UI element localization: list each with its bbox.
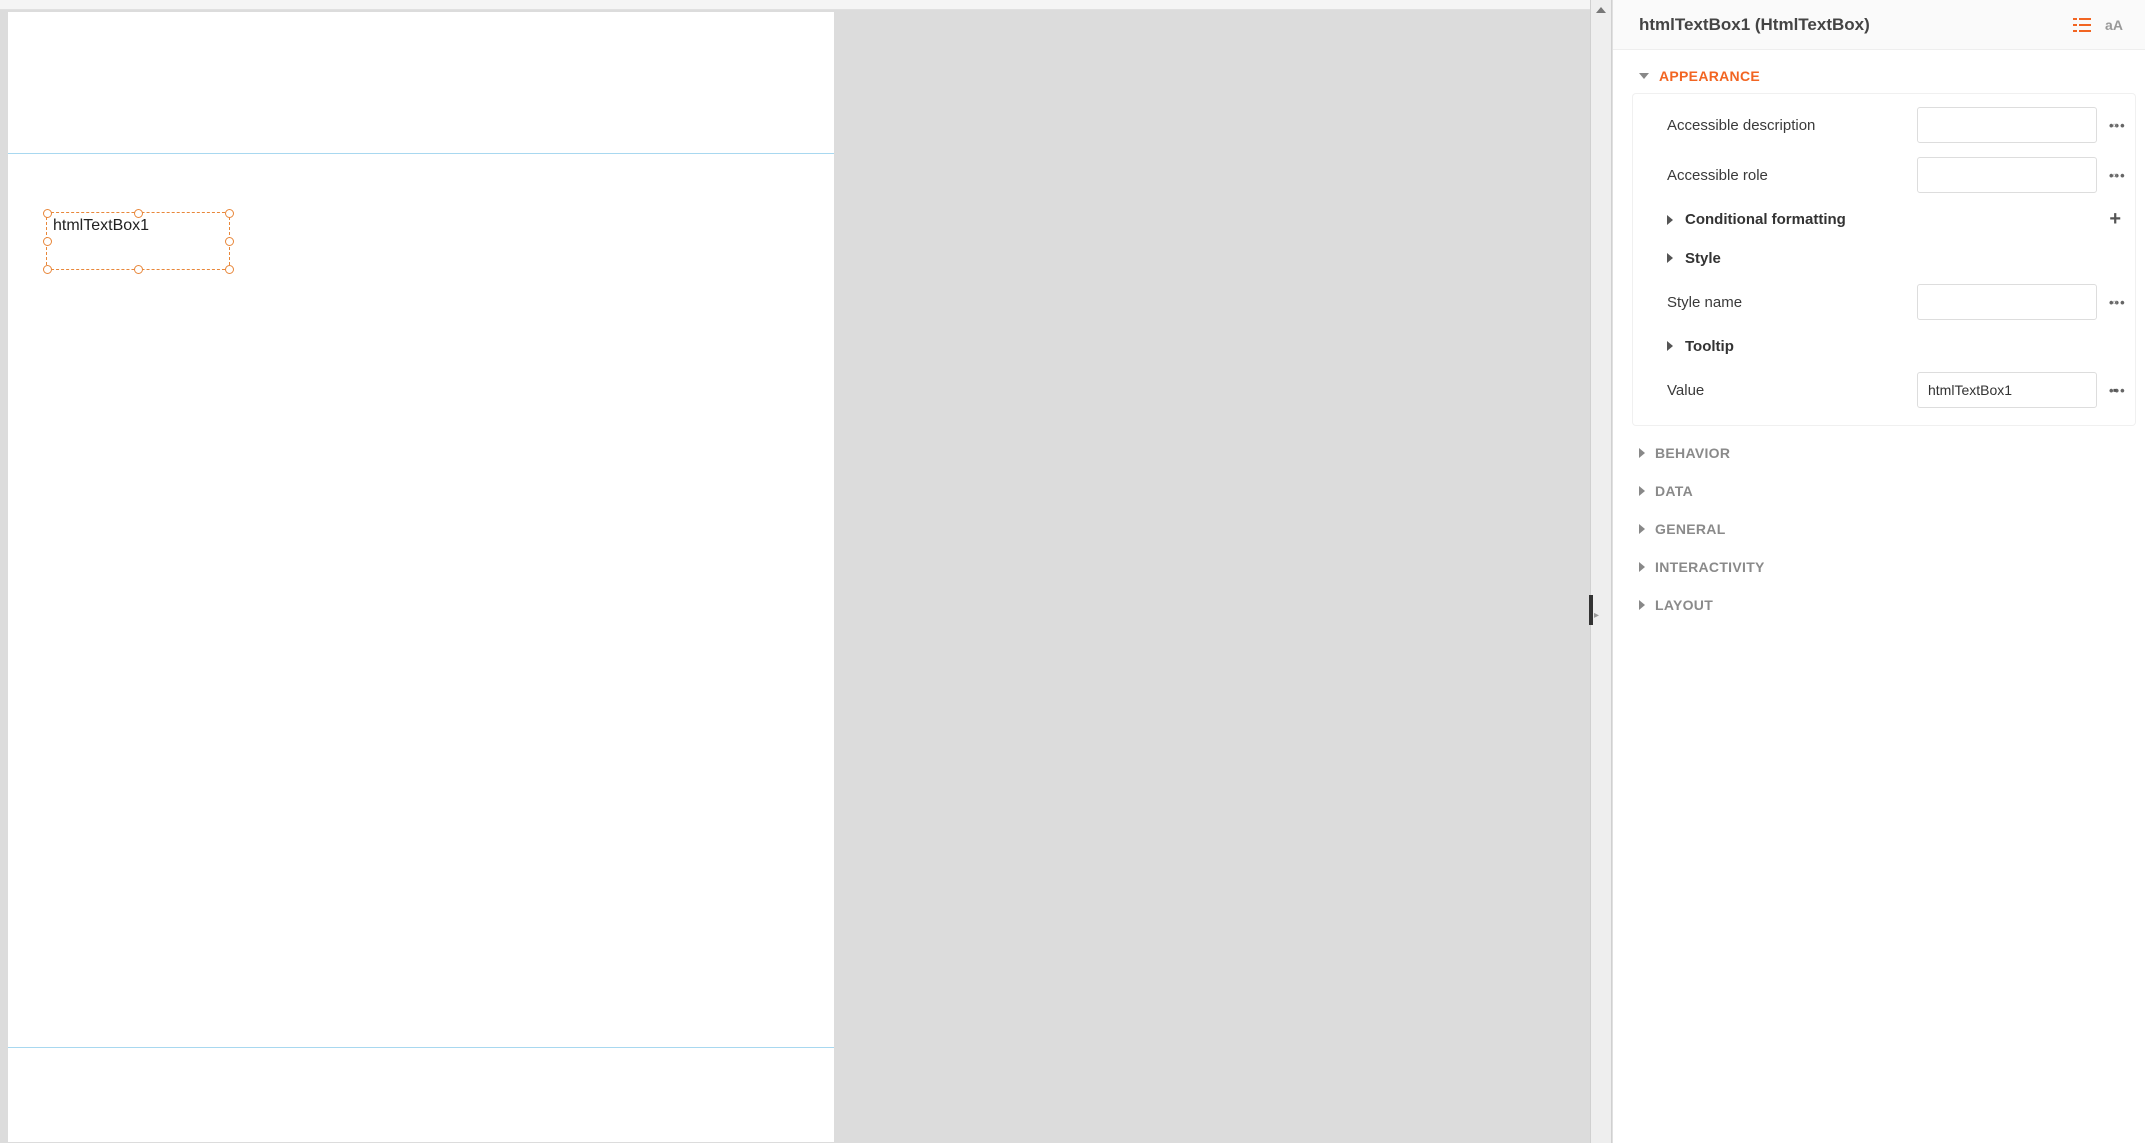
prop-tooltip[interactable]: Tooltip: [1633, 327, 2135, 365]
resize-handle-se[interactable]: [225, 265, 234, 274]
prop-value: Value ••• ▪: [1633, 365, 2135, 415]
chevron-right-icon: [1667, 341, 1673, 351]
resize-handle-e[interactable]: [225, 237, 234, 246]
prop-style-name-input[interactable]: [1928, 294, 2109, 310]
prop-accessible-description-label: Accessible description: [1667, 117, 1917, 134]
scroll-up-arrow[interactable]: [1591, 0, 1611, 20]
chevron-right-icon: [1667, 215, 1673, 225]
prop-value-input-wrap: •••: [1917, 372, 2097, 408]
selected-htmltextbox[interactable]: htmlTextBox1: [46, 212, 230, 270]
splitter-collapse-handle[interactable]: [1589, 595, 1593, 625]
resize-handle-sw[interactable]: [43, 265, 52, 274]
prop-conditional-formatting-label: Conditional formatting: [1685, 211, 2109, 228]
chevron-down-icon: [1639, 73, 1649, 79]
prop-style-name-input-wrap: •••: [1917, 284, 2097, 320]
properties-body: APPEARANCE Accessible description ••• ▫ …: [1613, 50, 2145, 1143]
resize-handle-ne[interactable]: [225, 209, 234, 218]
section-interactivity: INTERACTIVITY: [1633, 549, 2135, 585]
prop-tooltip-label: Tooltip: [1685, 338, 2125, 355]
app-root: htmlTextBox1 ▸ htmlTextBox1 (HtmlT: [0, 0, 2145, 1143]
prop-value-label: Value: [1667, 382, 1917, 399]
prop-style[interactable]: Style: [1633, 239, 2135, 277]
reset-indicator-icon[interactable]: ▫: [2105, 168, 2125, 182]
ruler-strip: [0, 0, 1590, 10]
section-data-header[interactable]: DATA: [1633, 473, 2135, 509]
categorized-view-icon[interactable]: [2069, 12, 2095, 38]
properties-panel: htmlTextBox1 (HtmlTextBox) aA: [1612, 0, 2145, 1143]
section-data-title: DATA: [1655, 483, 1693, 499]
section-behavior: BEHAVIOR: [1633, 435, 2135, 471]
section-appearance: APPEARANCE Accessible description ••• ▫ …: [1633, 58, 2135, 425]
prop-accessible-description-input-wrap: •••: [1917, 107, 2097, 143]
chevron-right-icon: [1639, 448, 1645, 458]
section-behavior-header[interactable]: BEHAVIOR: [1633, 435, 2135, 471]
reset-indicator-icon[interactable]: ▪: [2105, 383, 2125, 397]
prop-style-label: Style: [1685, 250, 2125, 267]
section-layout-title: LAYOUT: [1655, 597, 1713, 613]
prop-accessible-role-input[interactable]: [1928, 167, 2109, 183]
section-appearance-content: Accessible description ••• ▫ Accessible …: [1633, 94, 2135, 425]
prop-conditional-formatting[interactable]: Conditional formatting +: [1633, 200, 2135, 239]
panel-splitter[interactable]: ▸: [1590, 0, 1612, 1143]
properties-panel-header: htmlTextBox1 (HtmlTextBox) aA: [1613, 0, 2145, 50]
page-header-band[interactable]: [8, 12, 834, 154]
reset-indicator-icon[interactable]: ▫: [2105, 295, 2125, 309]
resize-handle-w[interactable]: [43, 237, 52, 246]
section-interactivity-title: INTERACTIVITY: [1655, 559, 1765, 575]
prop-accessible-role-input-wrap: •••: [1917, 157, 2097, 193]
chevron-right-icon: [1639, 524, 1645, 534]
section-appearance-title: APPEARANCE: [1659, 68, 1760, 84]
prop-value-input[interactable]: [1928, 382, 2109, 398]
htmltextbox-label: htmlTextBox1: [53, 217, 149, 235]
alphabetical-view-icon[interactable]: aA: [2101, 12, 2127, 38]
resize-handle-s[interactable]: [134, 265, 143, 274]
section-interactivity-header[interactable]: INTERACTIVITY: [1633, 549, 2135, 585]
chevron-right-icon: [1639, 600, 1645, 610]
chevron-right-icon: [1667, 253, 1673, 263]
resize-handle-n[interactable]: [134, 209, 143, 218]
section-general-title: GENERAL: [1655, 521, 1726, 537]
add-icon[interactable]: +: [2109, 208, 2121, 231]
resize-handle-nw[interactable]: [43, 209, 52, 218]
section-behavior-title: BEHAVIOR: [1655, 445, 1730, 461]
section-layout: LAYOUT: [1633, 587, 2135, 623]
section-appearance-header[interactable]: APPEARANCE: [1633, 58, 2135, 94]
section-layout-header[interactable]: LAYOUT: [1633, 587, 2135, 623]
splitter-grip-icon: ▸: [1594, 610, 1599, 621]
design-canvas[interactable]: htmlTextBox1: [0, 0, 1590, 1143]
report-page[interactable]: htmlTextBox1: [8, 12, 834, 1142]
prop-accessible-role-label: Accessible role: [1667, 167, 1917, 184]
reset-indicator-icon[interactable]: ▫: [2105, 118, 2125, 132]
selected-object-title: htmlTextBox1 (HtmlTextBox): [1639, 15, 2063, 35]
prop-style-name: Style name ••• ▫: [1633, 277, 2135, 327]
section-data: DATA: [1633, 473, 2135, 509]
detail-band[interactable]: htmlTextBox1: [8, 154, 834, 1048]
chevron-right-icon: [1639, 486, 1645, 496]
prop-accessible-description-input[interactable]: [1928, 117, 2109, 133]
prop-accessible-role: Accessible role ••• ▫: [1633, 150, 2135, 200]
section-general: GENERAL: [1633, 511, 2135, 547]
prop-style-name-label: Style name: [1667, 294, 1917, 311]
prop-accessible-description: Accessible description ••• ▫: [1633, 100, 2135, 150]
chevron-right-icon: [1639, 562, 1645, 572]
section-general-header[interactable]: GENERAL: [1633, 511, 2135, 547]
